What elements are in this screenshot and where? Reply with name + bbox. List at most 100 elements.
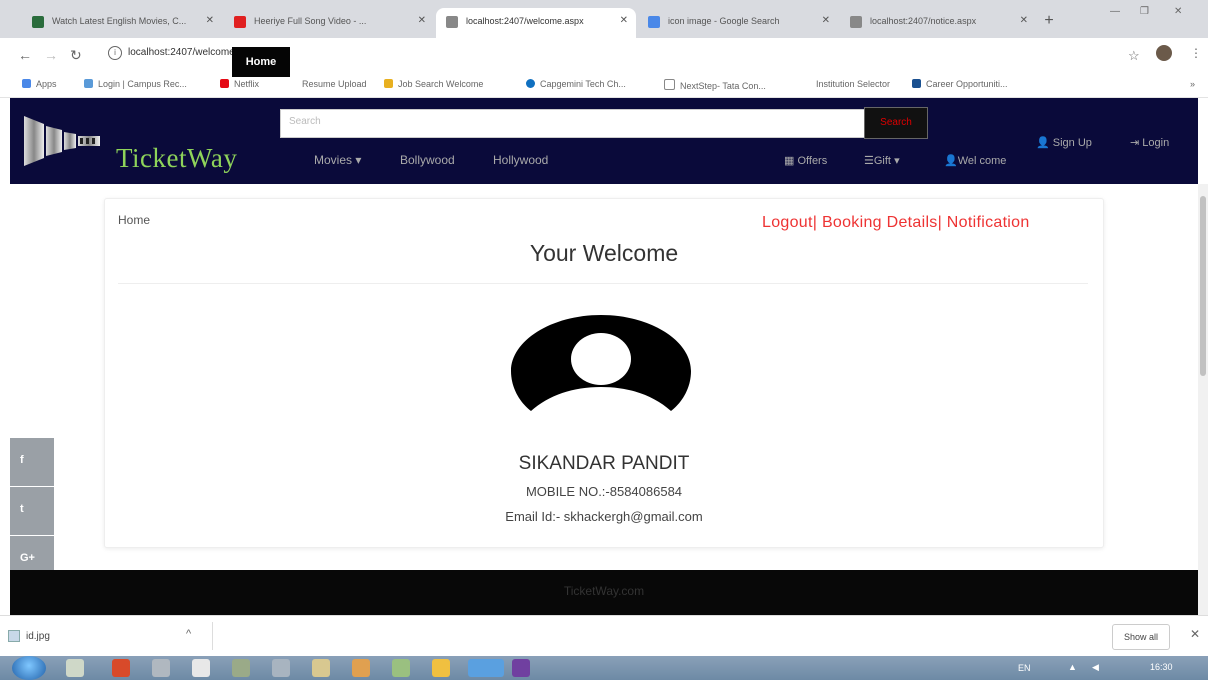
brand-name[interactable]: TicketWay — [116, 143, 237, 174]
download-bar: id.jpg ^ Show all ✕ — [0, 615, 1208, 656]
taskbar-app-icon[interactable] — [392, 659, 410, 677]
bookmark-item[interactable]: Institution Selector — [816, 79, 890, 89]
nav-gift[interactable]: ☰Gift ▾ — [864, 154, 900, 167]
link-icon — [84, 79, 93, 88]
minimize-icon[interactable]: — — [1110, 6, 1120, 17]
close-icon[interactable]: ✕ — [206, 15, 214, 26]
taskbar-visual-studio-icon[interactable] — [512, 659, 530, 677]
taskbar-app-icon[interactable] — [112, 659, 130, 677]
browser-tab[interactable]: Heeriye Full Song Video - ... ✕ — [224, 8, 434, 38]
scrollbar-thumb[interactable] — [1200, 196, 1206, 376]
reload-icon[interactable]: ↻ — [70, 47, 82, 64]
tab-label: Watch Latest English Movies, C... — [52, 16, 187, 26]
close-icon[interactable]: ✕ — [620, 15, 628, 26]
account-links[interactable]: Logout| Booking Details| Notification — [762, 214, 1030, 232]
taskbar-app-icon[interactable] — [432, 659, 450, 677]
browser-tab[interactable]: localhost:2407/notice.aspx ✕ — [840, 8, 1036, 38]
network-icon[interactable]: ▲ — [1068, 662, 1077, 672]
grid-icon: ▦ — [784, 155, 795, 167]
user-name: SIKANDAR PANDIT — [518, 453, 690, 474]
career-icon — [912, 79, 921, 88]
clock[interactable]: 16:30 — [1150, 662, 1173, 672]
bookmark-item[interactable]: Resume Upload — [302, 79, 367, 89]
divider — [212, 622, 213, 650]
profile-avatar[interactable] — [1156, 45, 1172, 61]
login-icon: ⇥ — [1130, 137, 1140, 149]
bookmark-item[interactable]: Career Opportuniti... — [912, 79, 1008, 89]
page-title: Your Welcome — [529, 240, 679, 266]
start-button[interactable] — [12, 656, 46, 680]
language-indicator[interactable]: EN — [1018, 663, 1031, 673]
youtube-icon — [234, 16, 246, 28]
bookmark-item[interactable]: Login | Campus Rec... — [84, 79, 187, 89]
tab-label: localhost:2407/welcome.aspx — [466, 16, 584, 26]
nav-signup[interactable]: 👤 Sign Up — [1036, 136, 1092, 149]
back-icon[interactable]: ← — [18, 47, 32, 63]
volume-icon[interactable]: ◀ — [1092, 662, 1099, 673]
window-close-icon[interactable]: ✕ — [1174, 6, 1182, 17]
star-icon[interactable]: ☆ — [1128, 48, 1140, 64]
browser-tab[interactable]: icon image - Google Search ✕ — [638, 8, 838, 38]
close-icon[interactable]: ✕ — [822, 15, 830, 26]
google-icon — [648, 16, 660, 28]
user-icon: 👤 — [944, 155, 958, 167]
browser-tab[interactable]: Watch Latest English Movies, C... ✕ — [22, 8, 222, 38]
nav-hollywood[interactable]: Hollywood — [493, 153, 548, 167]
bookmark-item[interactable]: Job Search Welcome — [384, 79, 483, 89]
nav-home[interactable]: Home — [232, 47, 290, 77]
chevron-up-icon[interactable]: ^ — [186, 628, 191, 640]
netflix-icon — [220, 79, 229, 88]
facebook-icon[interactable]: f — [10, 438, 54, 486]
taskbar-app-icon[interactable] — [312, 659, 330, 677]
footer-text: TicketWay.com — [563, 584, 645, 598]
nav-welcome[interactable]: 👤Wel come — [944, 154, 1006, 167]
taskbar-app-icon[interactable] — [272, 659, 290, 677]
film-reel-logo-icon — [24, 116, 100, 166]
taskbar-app-icon[interactable] — [66, 659, 84, 677]
browser-tab-active[interactable]: localhost:2407/welcome.aspx ✕ — [436, 8, 636, 38]
bookmark-item[interactable]: Apps — [22, 79, 57, 89]
page-icon — [664, 79, 675, 90]
breadcrumb[interactable]: Home — [118, 213, 150, 227]
taskbar-app-icon[interactable] — [192, 659, 210, 677]
bookmark-item[interactable]: Netflix — [220, 79, 259, 89]
user-email: Email Id:- skhackergh@gmail.com — [505, 509, 703, 524]
download-item[interactable]: id.jpg — [26, 631, 50, 642]
user-avatar-icon — [511, 315, 691, 411]
search-button[interactable]: Search — [864, 107, 928, 139]
search-placeholder: Search — [289, 116, 321, 127]
nav-bollywood[interactable]: Bollywood — [400, 153, 455, 167]
show-all-button[interactable]: Show all — [1112, 624, 1170, 650]
bookmark-item[interactable]: Capgemini Tech Ch... — [526, 79, 626, 89]
taskbar-app-icon[interactable] — [152, 659, 170, 677]
more-bookmarks-icon[interactable]: » — [1190, 79, 1195, 89]
browser-tab-bar: Watch Latest English Movies, C... ✕ Heer… — [0, 0, 1208, 38]
bookmarks-bar: Apps Login | Campus Rec... Netflix Resum… — [0, 72, 1208, 98]
caret-down-icon: ▾ — [355, 153, 362, 167]
menu-icon[interactable]: ⋮ — [1190, 46, 1202, 60]
nav-movies[interactable]: Movies ▾ — [314, 153, 361, 167]
user-mobile: MOBILE NO.:-8584086584 — [525, 484, 683, 499]
bookmark-item[interactable]: NextStep- Tata Con... — [664, 79, 766, 91]
twitter-icon[interactable]: t — [10, 487, 54, 535]
tab-label: Heeriye Full Song Video - ... — [254, 16, 367, 26]
taskbar-chrome-icon[interactable] — [468, 659, 504, 677]
nav-offers[interactable]: ▦ Offers — [784, 154, 827, 167]
image-file-icon — [8, 630, 20, 642]
taskbar-app-icon[interactable] — [232, 659, 250, 677]
divider — [118, 283, 1088, 284]
new-tab-button[interactable]: + — [1040, 12, 1058, 30]
nav-login[interactable]: ⇥ Login — [1130, 136, 1169, 149]
info-icon[interactable]: i — [108, 46, 122, 60]
site-footer: TicketWay.com — [10, 570, 1198, 615]
maximize-icon[interactable]: ❐ — [1140, 6, 1149, 17]
taskbar: EN ▲ ◀ 16:30 — [0, 656, 1208, 680]
taskbar-app-icon[interactable] — [352, 659, 370, 677]
tab-label: localhost:2407/notice.aspx — [870, 16, 977, 26]
search-input[interactable]: Search — [280, 109, 865, 138]
close-icon[interactable]: ✕ — [1020, 15, 1028, 26]
close-icon[interactable]: ✕ — [418, 15, 426, 26]
close-icon[interactable]: ✕ — [1190, 627, 1200, 641]
favicon-icon — [32, 16, 44, 28]
forward-icon[interactable]: → — [44, 47, 58, 63]
